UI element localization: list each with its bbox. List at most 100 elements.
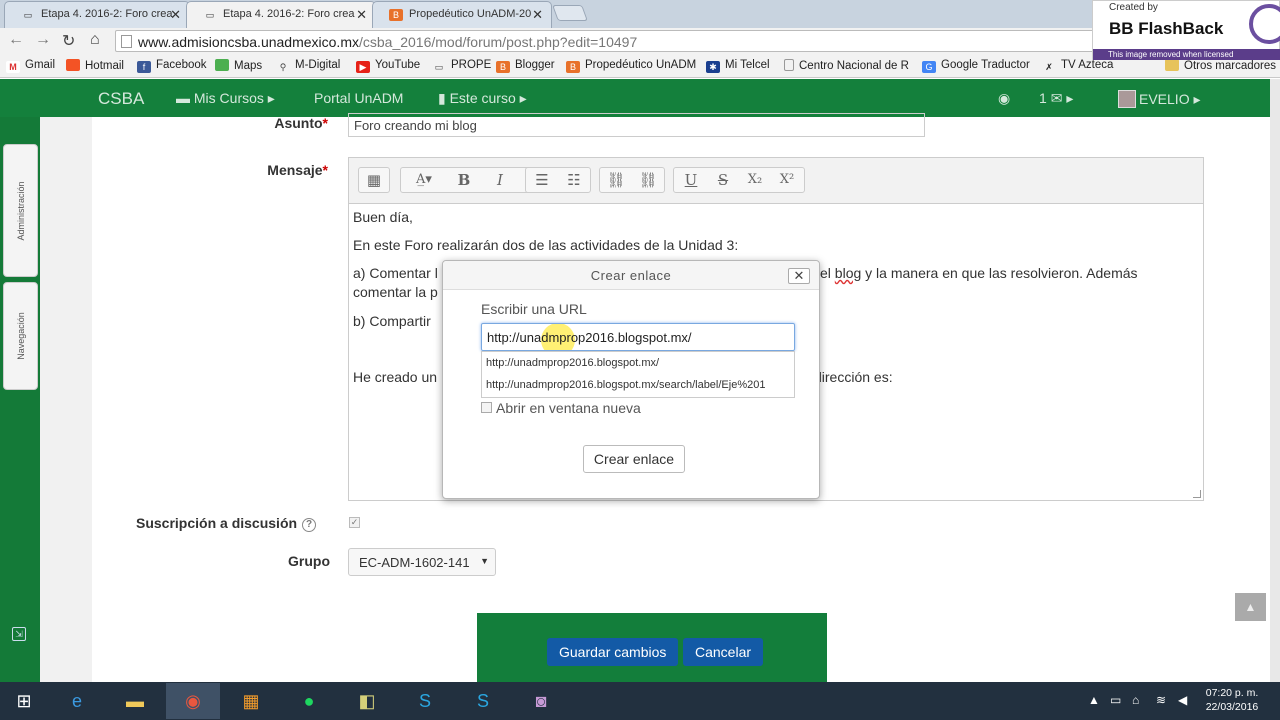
bookmark-gmail[interactable]: M Gmail [6,59,55,73]
url-bar[interactable]: www.admisioncsba.unadmexico.mx/csba_2016… [115,30,1100,52]
user-menu[interactable]: EVELIO ▸ [1118,90,1201,108]
tab-title: Propedéutico UnADM-20 [409,8,532,20]
dock-administracion[interactable]: Administración [3,144,38,277]
save-button[interactable]: Guardar cambios [547,638,679,666]
underline-icon[interactable]: U [676,168,706,192]
facebook-icon: f [137,61,151,73]
bookmark-youtube[interactable]: ▶ YouTube [356,59,420,73]
create-link-button[interactable]: Crear enlace [583,445,685,473]
mensaje-label: Mensaje* [267,162,328,178]
skype-icon[interactable]: S [456,683,510,719]
paragraph-style-icon[interactable]: A̲▾ [403,168,445,192]
bookmark-facebook[interactable]: f Facebook [137,59,207,73]
editor-line: Buen día, [353,209,413,225]
dropdown-arrow-icon: ▼ [480,556,489,566]
dock-navegacion[interactable]: Navegación [3,282,38,390]
bookmark-prope[interactable]: ▭ PROPE [432,59,492,73]
ordered-list-icon[interactable]: ☷ [559,168,589,192]
tab-close-icon[interactable]: ✕ [532,7,543,23]
new-tab-button[interactable] [552,5,588,21]
editor-line: He creado un [353,369,438,385]
dock-toggle-icon[interactable]: ⇲ [12,627,26,641]
link-icon[interactable]: ⛓ [601,168,631,192]
translate-icon: G [922,61,936,73]
wifi-icon[interactable]: ≋ [1156,693,1166,707]
toolbar-toggle-icon[interactable]: ▦ [359,168,389,192]
cancel-button[interactable]: Cancelar [683,638,764,666]
tab-close-icon[interactable]: ✕ [356,7,367,23]
resize-handle[interactable] [1193,490,1201,498]
help-icon[interactable]: ? [302,518,317,532]
bookmark-otros[interactable]: Otros marcadores [1165,59,1276,72]
blogger-icon: B [566,61,580,73]
reload-icon[interactable]: ↻ [62,31,75,51]
strikethrough-icon[interactable]: S [708,168,738,192]
new-window-checkbox[interactable] [481,402,492,413]
screen: { "browser": { "tabs": [ {"title": "Etap… [0,0,1280,720]
subscription-label: Suscripción a discusión? [120,515,348,532]
toolbar-group: ▦ [358,167,390,193]
bookmark-tvazteca[interactable]: ✗ TV Azteca [1042,59,1113,73]
telcel-icon: ✱ [706,61,720,73]
portal-link[interactable]: Portal UnADM [314,90,403,106]
toolbar-group: ☰ ☷ [525,167,591,193]
autocomplete-item[interactable]: http://unadmprop2016.blogspot.mx/search/… [486,379,765,391]
unlink-icon[interactable]: ⛓ [633,168,663,192]
italic-icon[interactable]: I [485,168,515,192]
browser-tab-2[interactable]: ▭ Etapa 4. 2016-2: Foro crea ✕ [186,1,376,28]
subscription-checkbox[interactable]: ✓ [349,517,360,528]
app-icon[interactable]: ◙ [514,683,568,719]
forum-icon: ▭ [434,62,444,72]
windows-start-icon[interactable]: ⊞ [0,683,48,719]
system-clock[interactable]: 07:20 p. m. 22/03/2016 [1200,686,1264,714]
close-icon[interactable]: ✕ [788,268,810,284]
bold-icon[interactable]: B [449,168,479,192]
back-icon[interactable]: ← [8,31,24,49]
home-icon[interactable]: ⌂ [90,31,100,49]
este-curso-menu[interactable]: ▮ Este curso ▸ [438,90,527,107]
bookmark-traductor[interactable]: G Google Traductor [922,59,1030,73]
bookmark-blogger[interactable]: B Blogger [496,59,555,73]
site-brand[interactable]: CSBA [98,89,144,109]
browser-tab-3[interactable]: B Propedéutico UnADM-20 ✕ [372,1,552,28]
watermark-product: BB FlashBack [1109,19,1224,38]
scroll-top-button[interactable]: ▲ [1235,593,1266,621]
bookmark-mdigital[interactable]: ⚲ M-Digital [276,59,341,73]
url-input[interactable]: http://unadmprop2016.blogspot.mx/ [481,323,795,351]
superscript-icon[interactable]: X² [772,168,802,192]
chrome-icon[interactable]: ◉ [166,683,220,719]
unordered-list-icon[interactable]: ☰ [527,168,557,192]
asunto-input[interactable]: Foro creando mi blog [348,113,925,137]
bookmark-hotmail[interactable]: Hotmail [66,59,124,72]
forward-icon[interactable]: → [35,31,51,49]
bookmark-cenart[interactable]: Centro Nacional de R [784,59,909,72]
editor-line: dirección es: [814,369,893,385]
skype-icon[interactable]: S [398,683,452,719]
tray-chevron-up-icon[interactable]: ▲ [1088,693,1100,707]
autocomplete-item[interactable]: http://unadmprop2016.blogspot.mx/ [486,357,659,369]
tab-close-icon[interactable]: ✕ [170,7,181,23]
notes-icon[interactable]: ◧ [340,683,394,719]
bookmark-telcel[interactable]: ✱ Mi Telcel [706,59,770,73]
watermark-caption: Created by [1109,2,1158,13]
grupo-select[interactable]: EC-ADM-1602-141 ▼ [348,548,496,576]
browser-tab-1[interactable]: ▭ Etapa 4. 2016-2: Foro crea ✕ [4,1,190,28]
subscript-icon[interactable]: X₂ [740,168,770,192]
spotify-icon[interactable]: ● [282,683,336,719]
network-icon[interactable]: ⌂ [1132,693,1139,707]
internet-explorer-icon[interactable]: e [50,683,104,719]
volume-icon[interactable]: ◀ [1178,693,1187,707]
page-scrollbar[interactable] [1270,79,1280,682]
watermark-note: This image removed when licensed [1093,49,1280,60]
mis-cursos-menu[interactable]: ▬ Mis Cursos ▸ [176,90,275,107]
clock-time: 07:20 p. m. [1205,687,1259,699]
new-window-label: Abrir en ventana nueva [496,400,641,416]
forum-favicon-icon: ▭ [205,10,215,20]
action-center-icon[interactable]: ▭ [1110,693,1121,707]
bookmark-propedeutico[interactable]: B Propedéutico UnADM [566,59,696,73]
file-explorer-icon[interactable]: ▬ [108,683,162,719]
apps-grid-icon[interactable]: ▦ [224,683,278,719]
notifications-icon[interactable]: ◉ [998,90,1010,107]
messages-menu[interactable]: 1 ✉ ▸ [1039,90,1073,107]
bookmark-maps[interactable]: Maps [215,59,262,72]
